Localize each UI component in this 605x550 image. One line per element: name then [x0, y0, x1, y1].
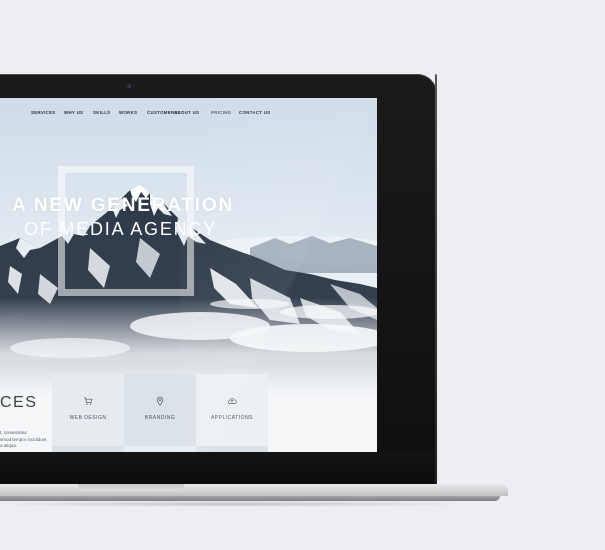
laptop-base: [0, 484, 508, 507]
service-tile-applications[interactable]: APPLICATIONS: [196, 374, 268, 446]
cart-icon: [84, 397, 93, 405]
nav-item-skills[interactable]: SKILLS: [93, 110, 110, 115]
tile-label: APPLICATIONS: [210, 415, 254, 421]
laptop-screen: SERVICES WHY US SKILLS WORKS CUSTOMERS A…: [0, 98, 377, 455]
laptop-lid: SERVICES WHY US SKILLS WORKS CUSTOMERS A…: [0, 74, 437, 484]
top-navigation: SERVICES WHY US SKILLS WORKS CUSTOMERS A…: [0, 110, 377, 120]
tile-label: BRANDING: [144, 415, 176, 421]
service-tile-branding[interactable]: BRANDING: [124, 374, 196, 446]
product-mockup-scene: SERVICES WHY US SKILLS WORKS CUSTOMERS A…: [0, 0, 605, 550]
laptop-shadow: [0, 501, 480, 507]
nav-item-why-us[interactable]: WHY US: [64, 110, 83, 115]
location-pin-icon: [156, 396, 164, 406]
tile-label: WEB DESIGN: [69, 415, 107, 421]
nav-item-about-us[interactable]: ABOUT US: [174, 110, 199, 115]
service-tile-web-design[interactable]: WEB DESIGN: [52, 374, 124, 446]
nav-item-pricing[interactable]: PRICING: [211, 110, 231, 115]
services-heading: CES: [0, 394, 38, 411]
nav-item-works[interactable]: WORKS: [119, 110, 137, 115]
nav-item-contact-us[interactable]: CONTACT US: [239, 110, 270, 115]
laptop-open-notch: [78, 484, 184, 491]
services-text-line: a aliqua.: [0, 443, 18, 448]
nav-item-services[interactable]: SERVICES: [31, 110, 56, 115]
services-description: t, consectetur smod tempor incididunt a al…: [0, 430, 47, 450]
hero-title: A NEW GENERATION: [12, 195, 234, 216]
hero-subtitle: OF MEDIA AGENCY: [24, 219, 218, 239]
laptop-bezel-bottom: [0, 452, 437, 484]
cloud-upload-icon: [228, 398, 237, 404]
webcam-icon: [127, 84, 133, 90]
laptop-base-top: [0, 484, 508, 496]
